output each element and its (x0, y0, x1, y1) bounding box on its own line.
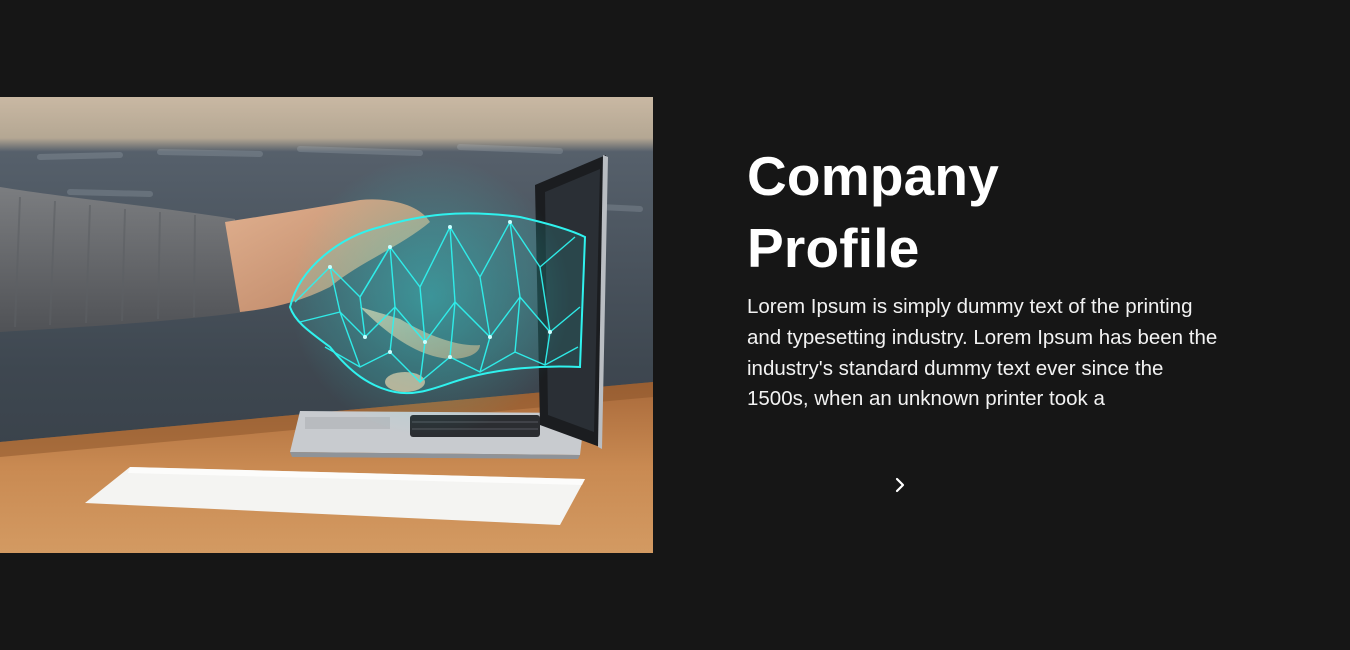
chevron-right-icon (895, 477, 905, 493)
handshake-laptop-image (0, 97, 653, 553)
profile-description: Lorem Ipsum is simply dummy text of the … (747, 295, 1218, 411)
title-line-2: Profile (747, 217, 920, 279)
title-line-1: Company (747, 145, 999, 207)
profile-content: Company Profile Lorem Ipsum is simply du… (747, 140, 1227, 415)
company-profile-section: Company Profile Lorem Ipsum is simply du… (0, 0, 1350, 650)
next-button[interactable] (885, 470, 915, 500)
page-title: Company Profile (747, 140, 1227, 284)
